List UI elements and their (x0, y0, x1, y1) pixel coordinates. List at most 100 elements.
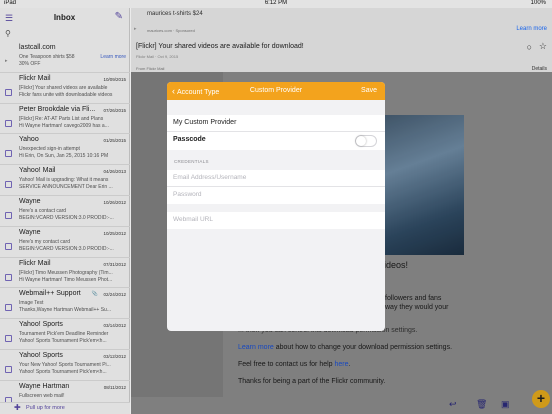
select-checkbox[interactable] (5, 304, 12, 312)
webmail-url-field[interactable]: Webmail URL (167, 212, 385, 229)
ad-learn-more[interactable]: Learn more (100, 54, 126, 60)
message-date: 07/26/2015 (103, 107, 126, 113)
select-checkbox[interactable] (5, 366, 12, 373)
email-headline: ideos! (384, 260, 409, 270)
star-icon[interactable]: ☆ (539, 41, 547, 52)
provider-name-field[interactable]: My Custom Provider (167, 115, 385, 132)
password-field[interactable]: Password (167, 187, 385, 204)
message-preview: BEGIN:VCARD VERSION:3.0 PRODID:-... (19, 245, 114, 252)
ad-sender[interactable]: maurices t-shirts $24 (147, 11, 203, 17)
message-row[interactable]: Yahoo! Mail 04/26/2013 Yahoo! Mail is upgr… (0, 165, 130, 196)
message-date: 03/12/2012 (103, 354, 126, 359)
message-subject: Image Test (19, 300, 44, 307)
message-row[interactable]: Yahoo! Sports 03/14/2012 Tournament Pick'e… (0, 319, 130, 350)
dialog-header: ‹ Account Type Custom Provider Save (167, 82, 385, 100)
message-subject: Tournament Pick'em Deadline Reminder (19, 331, 109, 338)
trash-icon[interactable]: 🗑 (476, 399, 487, 410)
select-checkbox[interactable] (5, 119, 12, 127)
select-checkbox[interactable] (5, 150, 12, 158)
learn-more-link[interactable]: Learn more (238, 344, 274, 351)
select-checkbox[interactable] (5, 273, 12, 281)
message-date: 02/24/2012 (103, 292, 126, 298)
passcode-label: Passcode (173, 136, 206, 143)
unread-circle-icon[interactable]: ○ (527, 42, 532, 52)
message-preview: Thanks,Wayne Hartman Webmail++ Su... (19, 307, 111, 314)
ad-subtext: maurices.com · Sponsored (147, 28, 195, 33)
add-action-icon[interactable]: + (532, 390, 550, 408)
ad-marker-icon: ▸ (134, 26, 137, 32)
webmail-group: Webmail URL (167, 212, 385, 229)
message-sender: Wayne Hartman (19, 382, 70, 390)
message-preview: Hi Wayne Hartman! Timo Meussen Phot... (19, 276, 113, 283)
inbox-title: Inbox (53, 13, 76, 22)
message-preview: Hi Erin, On Sun, Jan 25, 2015 10:16 PM (19, 153, 109, 160)
message-row[interactable]: Yahoo 01/25/2015 Unexpected sign-in attemp… (0, 134, 130, 166)
inbox-header: ☰ Inbox ✎ (0, 8, 129, 28)
message-preview: SERVICE ANNOUNCEMENT Dear Erin ... (19, 184, 113, 191)
email-paragraph-3: Learn more about how to change your down… (238, 344, 453, 351)
dialog-title: Custom Provider (249, 87, 303, 94)
message-date: 08/11/2012 (103, 384, 126, 390)
search-icon[interactable]: ⚲ (5, 29, 11, 38)
pull-up-label: Pull up for more (26, 405, 65, 411)
message-subject: Yahoo! Mail is upgrading: What it means (19, 177, 109, 184)
message-row[interactable]: Wayne 10/25/2012 Here's my contact card BEG… (0, 227, 130, 258)
compose-icon[interactable]: ✎ (115, 11, 123, 22)
message-row[interactable]: Peter Brookdale via Fli... 07/26/2015 [Fli… (0, 104, 130, 135)
message-sender: Yahoo (19, 136, 39, 144)
message-sender: Wayne (19, 198, 41, 205)
select-checkbox[interactable] (5, 335, 12, 343)
message-preview: Flickr fans unite with downloadable vide… (19, 91, 113, 98)
select-checkbox[interactable] (5, 242, 12, 250)
message-preview: BEGIN:VCARD VERSION:3.0 PRODID:-... (19, 215, 114, 221)
message-preview: Yahoo! Sports Tournament Pick'em<h... (19, 338, 107, 345)
message-subject: [Flickr] Timo Meussen Photography (Tim..… (19, 269, 113, 276)
status-bar: iPad 6:12 PM 100% (0, 0, 552, 8)
save-button[interactable]: Save (361, 87, 377, 94)
message-sender: Yahoo! Sports (19, 321, 63, 329)
select-checkbox[interactable] (5, 181, 12, 189)
message-row[interactable]: Flickr Mail 10/09/2015 [Flickr] Your share… (0, 73, 130, 104)
message-row[interactable]: Webmail++ Support 📎 02/24/2012 Image Test Th… (0, 288, 130, 320)
message-row[interactable]: Wayne 10/26/2012 Here's a contact card BEGI… (0, 196, 130, 227)
passcode-row: Passcode (167, 132, 385, 149)
plus-icon: ✚ (14, 403, 21, 412)
ad-learn-more-link[interactable]: Learn more (516, 26, 547, 32)
message-subject: Your New Yahoo! Sports Tournament Pi... (19, 362, 111, 368)
email-header: ▸ maurices t-shirts $24 maurices.com · S… (131, 8, 552, 72)
select-checkbox[interactable] (5, 212, 12, 219)
message-row[interactable]: Flickr Mail 07/31/2012 [Flickr] Timo Meuss… (0, 258, 130, 289)
inbox-panel: ☰ Inbox ✎ ⚲ ▸ lastcall.com One Teaspoon sh… (0, 8, 130, 414)
message-sender: Peter Brookdale via Fli... (19, 105, 96, 113)
message-sender: Yahoo! Mail (19, 167, 56, 175)
email-subject: [Flickr] Your shared videos are availabl… (136, 43, 304, 50)
attachment-icon: 📎 (91, 291, 98, 298)
message-subject: Here's a contact card (19, 208, 67, 214)
email-username-field[interactable]: Email Address/Username (167, 170, 385, 187)
passcode-toggle[interactable] (355, 135, 377, 147)
reply-icon[interactable]: ↩ (449, 399, 457, 410)
credentials-header: CREDENTIALS (174, 159, 209, 164)
message-subject: [Flickr] Your shared videos are availabl… (19, 84, 108, 91)
message-preview: Yahoo! Sports Tournament Pick'em<h... (19, 369, 107, 375)
search-bar[interactable]: ⚲ (0, 28, 130, 40)
battery-level: 100% (530, 0, 546, 6)
message-sender: Wayne (19, 228, 41, 236)
email-paragraph-4: Feel free to contact us for help here. (238, 361, 351, 368)
email-paragraph-5: Thanks for being a part of the Flickr co… (238, 378, 386, 385)
custom-provider-dialog: ‹ Account Type Custom Provider Save My Cu… (167, 82, 385, 331)
provider-group: My Custom Provider Passcode (167, 115, 385, 150)
message-row[interactable]: Yahoo! Sports 03/12/2012 Your New Yahoo! S… (0, 350, 130, 381)
message-preview: Hi Wayne Hartman! cavego2009 has a... (19, 122, 109, 129)
message-date: 07/31/2012 (103, 261, 126, 267)
message-subject: Fullscreen web mail! (19, 392, 65, 399)
pull-up-more[interactable]: ✚ Pull up for more (0, 402, 130, 414)
message-date: 03/14/2012 (103, 323, 126, 329)
help-link[interactable]: here (335, 361, 349, 368)
select-checkbox[interactable] (5, 88, 12, 96)
move-folder-icon[interactable]: ▣ (501, 399, 510, 410)
message-row[interactable]: ▸ lastcall.com One Teaspoon shirts $58 30% … (0, 42, 130, 73)
message-preview: 30% OFF (19, 61, 41, 67)
ad-marker-icon: ▸ (5, 58, 8, 64)
message-date: 10/09/2015 (103, 76, 126, 82)
